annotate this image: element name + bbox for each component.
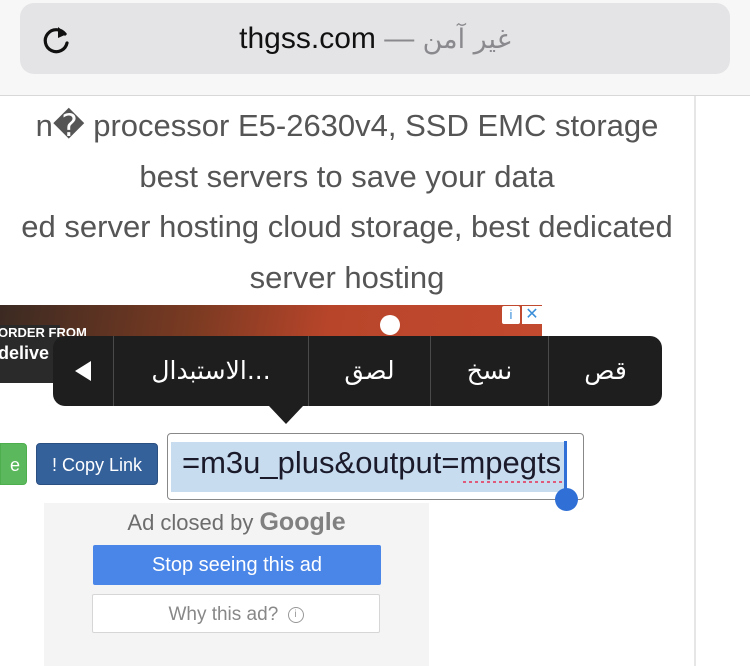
menu-item-paste[interactable]: لصق bbox=[309, 336, 430, 406]
url-text-field[interactable]: =m3u_plus&output=mpegts bbox=[167, 433, 584, 500]
menu-item-cut[interactable]: قص bbox=[549, 336, 662, 406]
edit-context-menu: الاستبدال... لصق نسخ قص bbox=[53, 336, 662, 406]
field-value: =m3u_plus&output=mpegts bbox=[182, 445, 562, 480]
stop-seeing-ad-button[interactable]: Stop seeing this ad bbox=[93, 545, 381, 585]
selection-caret bbox=[564, 441, 567, 495]
ad-closed-text: Ad closed by bbox=[127, 510, 254, 535]
close-icon[interactable]: ✕ bbox=[522, 306, 542, 324]
info-icon: i bbox=[287, 606, 304, 623]
url-host: thgss.com bbox=[239, 22, 376, 55]
left-arrow-icon[interactable] bbox=[53, 336, 113, 406]
copy-link-button[interactable]: ! Copy Link bbox=[36, 443, 158, 485]
info-icon[interactable]: i bbox=[502, 306, 520, 324]
description-line: best servers to save your data bbox=[139, 159, 555, 194]
green-button[interactable]: e bbox=[0, 443, 27, 485]
google-logo: Google bbox=[259, 508, 346, 536]
description-line: n� processor E5-2630v4, SSD EMC storage bbox=[35, 108, 659, 143]
page-margin bbox=[696, 96, 750, 666]
ad-brand-text: delive bbox=[0, 343, 50, 363]
security-status: غير آمن bbox=[422, 24, 511, 55]
url-separator: — bbox=[384, 22, 415, 55]
apple-icon bbox=[380, 315, 400, 335]
url-display[interactable]: thgss.com — غير آمن bbox=[0, 22, 750, 56]
menu-item-copy[interactable]: نسخ bbox=[431, 336, 548, 406]
description-line: server hosting bbox=[249, 260, 445, 295]
browser-toolbar: thgss.com — غير آمن bbox=[0, 0, 750, 96]
spellcheck-underline bbox=[463, 481, 563, 483]
selection-handle[interactable] bbox=[555, 488, 578, 511]
why-this-ad-button[interactable]: Why this ad? i bbox=[92, 594, 380, 633]
ad-closed-title: Ad closed by Google bbox=[44, 508, 429, 537]
why-this-ad-label: Why this ad? bbox=[168, 604, 279, 625]
description-line: ed server hosting cloud storage, best de… bbox=[21, 209, 673, 244]
menu-pointer bbox=[269, 406, 303, 424]
menu-item-replace[interactable]: الاستبدال... bbox=[114, 336, 308, 406]
